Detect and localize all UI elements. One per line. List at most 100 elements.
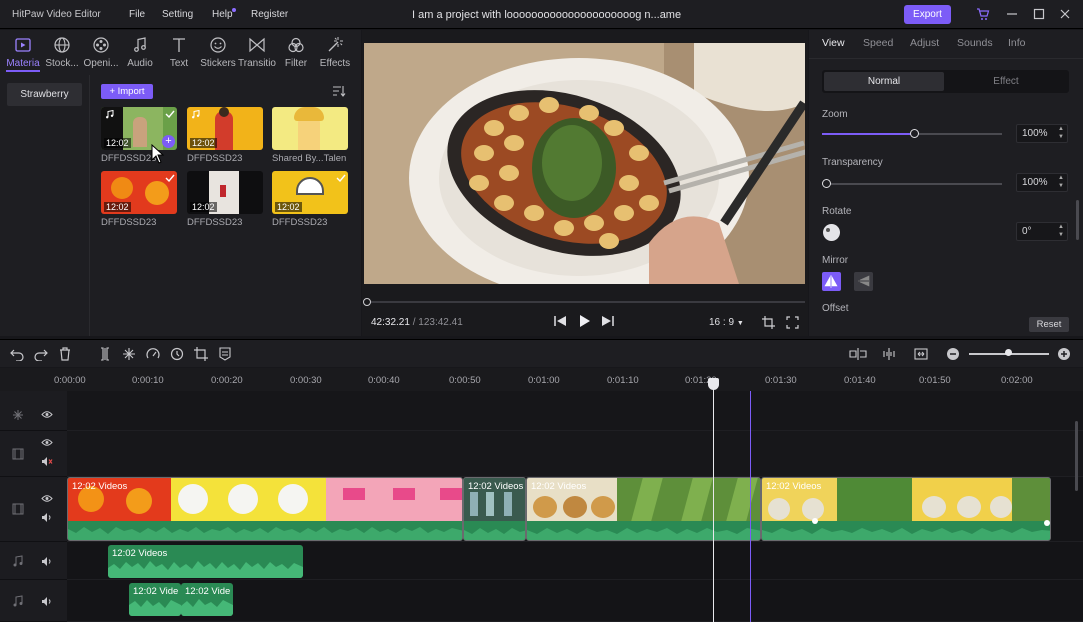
zoom-out-icon[interactable] <box>946 347 960 361</box>
transparency-slider[interactable] <box>822 179 1002 188</box>
split-icon[interactable] <box>98 347 112 361</box>
timeline-ruler[interactable]: 0:00:00 0:00:10 0:00:20 0:00:30 0:00:40 … <box>0 368 1083 391</box>
menu-help[interactable]: Help <box>212 9 233 20</box>
zoom-value-field[interactable]: 100% ▲ ▼ <box>1016 124 1068 143</box>
reset-button[interactable]: Reset <box>1029 317 1069 332</box>
maximize-icon[interactable] <box>1032 7 1046 21</box>
zoom-slider[interactable] <box>822 129 1002 138</box>
volume-icon[interactable] <box>41 512 53 523</box>
mirror-vertical-icon[interactable] <box>854 272 873 291</box>
clip-end-handle[interactable] <box>1044 520 1050 526</box>
tab-view[interactable]: View <box>822 37 845 49</box>
redo-icon[interactable] <box>34 347 48 361</box>
tool-transition[interactable]: Transitio <box>236 36 278 69</box>
video-preview[interactable] <box>364 43 805 284</box>
tool-audio[interactable]: Audio <box>119 36 161 69</box>
mode-effect[interactable]: Effect <box>946 72 1066 91</box>
undo-icon[interactable] <box>10 347 24 361</box>
next-frame-icon[interactable] <box>601 315 614 327</box>
export-button[interactable]: Export <box>904 5 951 24</box>
zoom-in-icon[interactable] <box>1057 347 1071 361</box>
media-thumb[interactable]: + 12:02 <box>101 107 177 150</box>
tool-text[interactable]: Text <box>158 36 200 69</box>
import-button[interactable]: + Import <box>101 84 153 99</box>
tab-info[interactable]: Info <box>1008 37 1026 49</box>
category-strawberry[interactable]: Strawberry <box>7 83 82 106</box>
eye-icon[interactable] <box>41 494 53 503</box>
tab-speed[interactable]: Speed <box>863 37 893 49</box>
magnet-icon[interactable] <box>882 347 896 361</box>
previous-frame-icon[interactable] <box>554 315 567 327</box>
mode-normal[interactable]: Normal <box>824 72 944 91</box>
overlay-track[interactable] <box>67 431 1083 477</box>
audio-clip[interactable]: 12:02 Vide <box>129 583 181 616</box>
delete-icon[interactable] <box>58 347 72 361</box>
mark-icon[interactable] <box>218 347 232 361</box>
film-icon <box>12 503 24 515</box>
cart-icon[interactable] <box>976 7 990 21</box>
effects-track[interactable] <box>67 391 1083 431</box>
audio-clip[interactable]: 12:02 Videos <box>108 545 303 578</box>
play-icon[interactable] <box>579 314 591 328</box>
speed-icon[interactable] <box>146 347 160 361</box>
music-note-icon <box>13 555 23 567</box>
playhead-handle[interactable] <box>708 378 719 390</box>
menu-file[interactable]: File <box>129 9 145 20</box>
tool-effects[interactable]: Effects <box>314 36 356 69</box>
app-title: HitPaw Video Editor <box>12 9 101 20</box>
tool-stock[interactable]: Stock... <box>41 36 83 69</box>
tab-sounds[interactable]: Sounds <box>957 37 993 49</box>
media-thumb[interactable]: 12:02 <box>187 107 263 150</box>
media-thumb[interactable]: 12:02 <box>272 171 348 214</box>
main-video-track[interactable]: 12:02 Videos 12:02 Videos 12:02 Videos 1… <box>67 477 1083 542</box>
tool-stickers[interactable]: Stickers <box>197 36 239 69</box>
rotate-dial[interactable] <box>823 224 840 241</box>
snap-icon[interactable] <box>849 347 867 361</box>
transparency-value-field[interactable]: 100% ▲ ▼ <box>1016 173 1068 192</box>
audio-track-1[interactable]: 12:02 Videos <box>67 542 1083 580</box>
mute-icon[interactable] <box>41 456 53 467</box>
ruler-tick: 0:01:30 <box>765 375 797 386</box>
history-icon[interactable] <box>170 347 184 361</box>
timeline-zoom-handle[interactable] <box>1005 349 1012 356</box>
zoom-slider-handle[interactable] <box>909 129 919 138</box>
video-clip[interactable]: 12:02 Videos <box>463 477 526 541</box>
crop-icon[interactable] <box>762 316 775 329</box>
menu-setting[interactable]: Setting <box>162 9 193 20</box>
freeze-icon[interactable] <box>122 347 136 361</box>
properties-scrollbar[interactable] <box>1076 200 1079 240</box>
mirror-horizontal-icon[interactable] <box>822 272 841 291</box>
tool-filter[interactable]: Filter <box>275 36 317 69</box>
rotate-value-field[interactable]: 0° ▲ ▼ <box>1016 222 1068 241</box>
keyframe-handle[interactable] <box>812 518 818 524</box>
playhead[interactable] <box>713 378 714 622</box>
minimize-icon[interactable] <box>1005 7 1019 21</box>
close-icon[interactable] <box>1058 7 1072 21</box>
video-clip[interactable]: 12:02 Videos <box>761 477 1051 541</box>
fullscreen-icon[interactable] <box>786 316 799 329</box>
menu-register[interactable]: Register <box>251 9 288 20</box>
eye-icon[interactable] <box>41 410 53 419</box>
sort-icon[interactable] <box>332 85 346 97</box>
audio-track-2[interactable]: 12:02 Vide 12:02 Vide <box>67 580 1083 622</box>
video-clip[interactable]: 12:02 Videos <box>526 477 761 541</box>
project-name[interactable]: I am a project with looooooooooooooooooo… <box>412 9 681 21</box>
timeline-scrollbar[interactable] <box>1075 421 1078 491</box>
aspect-ratio-select[interactable]: 16 : 9 ▼ <box>709 317 744 328</box>
tab-adjust[interactable]: Adjust <box>910 37 939 49</box>
video-clip[interactable]: 12:02 Videos <box>67 477 463 541</box>
volume-icon[interactable] <box>41 556 53 567</box>
crop-tool-icon[interactable] <box>194 347 208 361</box>
playback-progress-track[interactable] <box>364 301 805 303</box>
tool-opening[interactable]: Openi... <box>80 36 122 69</box>
media-thumb[interactable] <box>272 107 348 150</box>
volume-icon[interactable] <box>41 596 53 607</box>
eye-icon[interactable] <box>41 438 53 447</box>
transparency-slider-handle[interactable] <box>822 179 831 188</box>
fit-timeline-icon[interactable] <box>914 347 928 361</box>
tool-material[interactable]: Materia <box>2 36 44 72</box>
playback-progress-handle[interactable] <box>363 298 371 306</box>
audio-clip[interactable]: 12:02 Vide <box>181 583 233 616</box>
media-thumb[interactable]: 12:02 <box>187 171 263 214</box>
media-thumb[interactable]: 12:02 <box>101 171 177 214</box>
